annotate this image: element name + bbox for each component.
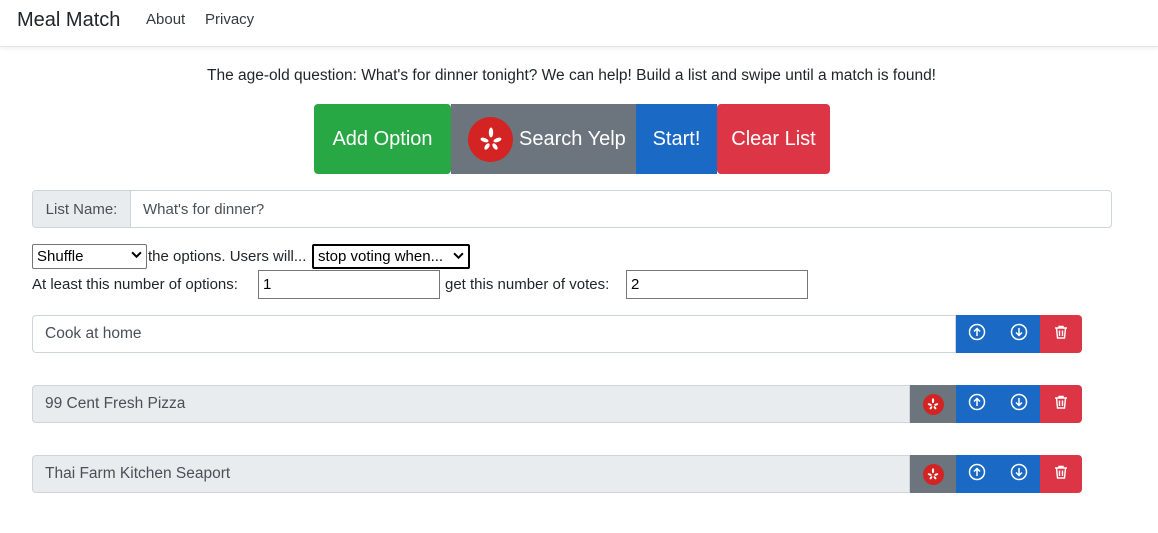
option-input: 99 Cent Fresh Pizza [32, 385, 910, 423]
trash-icon [1053, 394, 1069, 415]
delete-option-button[interactable] [1040, 455, 1082, 493]
nav-link-about[interactable]: About [146, 11, 185, 28]
votes-input[interactable]: 2 [626, 270, 808, 299]
arrow-down-circle-icon [1010, 323, 1028, 346]
arrow-up-circle-icon [968, 463, 986, 486]
voting-mode-select[interactable]: stop voting when... [312, 244, 470, 269]
arrow-up-circle-icon [968, 393, 986, 416]
add-option-button[interactable]: Add Option [314, 104, 451, 174]
trash-icon [1053, 324, 1069, 345]
yelp-info-button[interactable] [910, 455, 956, 493]
intro-text: The age-old question: What's for dinner … [206, 67, 936, 84]
start-label: Start! [652, 127, 701, 150]
clear-list-button[interactable]: Clear List [717, 104, 830, 174]
move-down-button[interactable] [998, 385, 1040, 423]
votes-label: get this number of votes: [445, 276, 610, 293]
move-up-button[interactable] [956, 315, 998, 353]
yelp-logo-icon [922, 393, 944, 415]
start-button[interactable]: Start! [636, 104, 717, 174]
order-select[interactable]: Shuffle [32, 244, 147, 269]
list-name-input[interactable]: What's for dinner? [131, 191, 1111, 227]
chevron-down-icon [453, 250, 464, 264]
move-down-button[interactable] [998, 315, 1040, 353]
brand-logo[interactable]: Meal Match [17, 9, 120, 32]
settings-middle-text: the options. Users will... [148, 248, 307, 265]
search-yelp-label: Search Yelp [519, 127, 626, 150]
trash-icon [1053, 464, 1069, 485]
option-input: Thai Farm Kitchen Seaport [32, 455, 910, 493]
yelp-logo-icon [468, 116, 513, 162]
arrow-down-circle-icon [1010, 463, 1028, 486]
order-select-value: Shuffle [37, 248, 84, 265]
search-yelp-button[interactable]: Search Yelp [451, 104, 636, 174]
yelp-info-button[interactable] [910, 385, 956, 423]
move-down-button[interactable] [998, 455, 1040, 493]
min-options-input[interactable]: 1 [258, 270, 440, 299]
arrow-down-circle-icon [1010, 393, 1028, 416]
delete-option-button[interactable] [1040, 315, 1082, 353]
min-options-label: At least this number of options: [32, 276, 238, 293]
move-up-button[interactable] [956, 455, 998, 493]
yelp-logo-icon [922, 463, 944, 485]
add-option-label: Add Option [332, 127, 433, 150]
navbar: Meal Match About Privacy [0, 0, 1158, 47]
nav-link-privacy[interactable]: Privacy [205, 11, 254, 28]
list-name-group: List Name: What's for dinner? [32, 190, 1112, 228]
clear-list-label: Clear List [731, 127, 816, 150]
list-name-label: List Name: [33, 191, 131, 227]
move-up-button[interactable] [956, 385, 998, 423]
option-input[interactable]: Cook at home [32, 315, 956, 353]
delete-option-button[interactable] [1040, 385, 1082, 423]
chevron-down-icon [131, 249, 142, 263]
arrow-up-circle-icon [968, 323, 986, 346]
voting-mode-value: stop voting when... [318, 248, 444, 265]
